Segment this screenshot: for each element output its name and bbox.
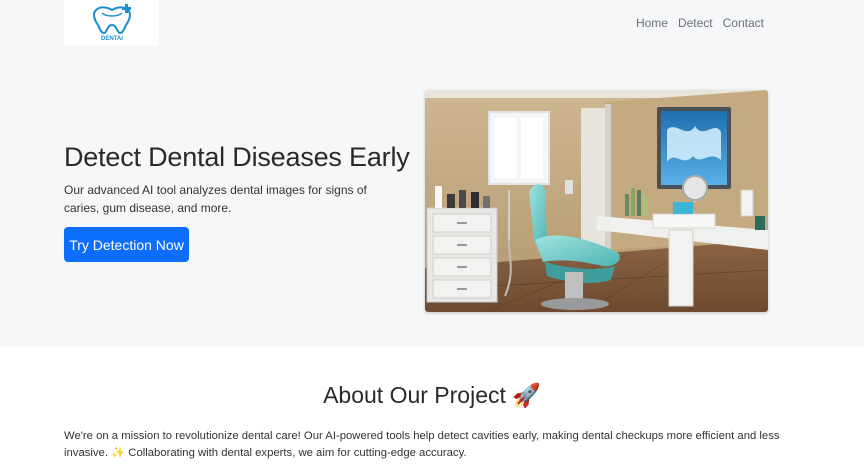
about-text: We're on a mission to revolutionize dent… <box>64 430 780 459</box>
logo-text: DENTAI <box>101 36 123 42</box>
site-header: DENTAI Home Detect Contact <box>0 0 864 50</box>
tooth-logo-icon: DENTAI <box>92 4 131 42</box>
hero-section: Detect Dental Diseases Early Our advance… <box>0 50 864 346</box>
dental-clinic-image <box>425 90 768 312</box>
main-nav: Home Detect Contact <box>636 16 764 30</box>
hero-description: Our advanced AI tool analyzes dental ima… <box>64 183 367 215</box>
nav-contact[interactable]: Contact <box>723 16 764 30</box>
nav-detect[interactable]: Detect <box>678 16 713 30</box>
about-title: About Our Project 🚀 <box>323 382 541 408</box>
nav-home[interactable]: Home <box>636 16 668 30</box>
dental-clinic-illustration <box>425 90 768 312</box>
about-section: About Our Project 🚀 We're on a mission t… <box>0 346 864 473</box>
hero-title: Detect Dental Diseases Early <box>64 142 410 172</box>
site-logo[interactable]: DENTAI <box>64 0 159 46</box>
try-detection-button[interactable]: Try Detection Now <box>64 227 189 262</box>
